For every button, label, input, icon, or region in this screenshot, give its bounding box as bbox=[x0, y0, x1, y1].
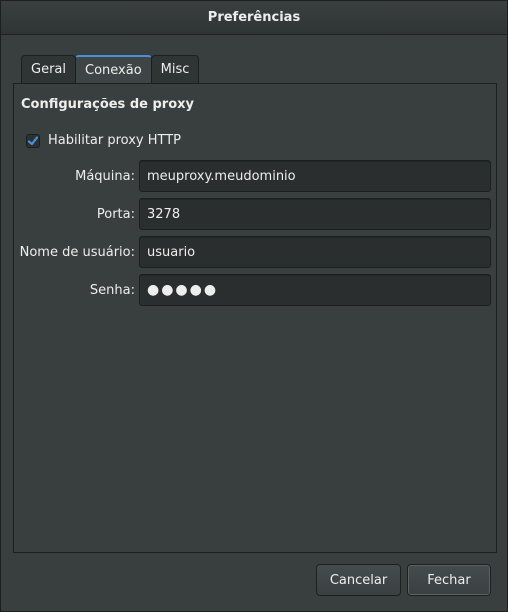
host-row: Máquina: meuproxy.meudominio bbox=[14, 160, 498, 192]
tab-label: Geral bbox=[31, 62, 66, 77]
close-label: Fechar bbox=[427, 572, 471, 588]
password-label: Senha: bbox=[89, 282, 135, 298]
close-button[interactable]: Fechar bbox=[407, 564, 491, 596]
cancel-label: Cancelar bbox=[329, 572, 388, 588]
connection-panel: Configurações de proxy Habilitar proxy H… bbox=[13, 83, 497, 553]
host-value: meuproxy.meudominio bbox=[147, 168, 296, 184]
titlebar[interactable]: Preferências bbox=[1, 1, 507, 35]
username-label: Nome de usuário: bbox=[19, 244, 135, 260]
tab-label: Misc bbox=[160, 62, 190, 77]
password-value: ●●●●● bbox=[147, 282, 219, 298]
section-title: Configurações de proxy bbox=[21, 97, 194, 112]
username-value: usuario bbox=[147, 244, 196, 260]
password-row: Senha: ●●●●● bbox=[14, 274, 498, 306]
window-title: Preferências bbox=[207, 10, 301, 25]
tab-label: Conexão bbox=[85, 63, 142, 78]
tab-conexao[interactable]: Conexão bbox=[75, 55, 152, 84]
host-label: Máquina: bbox=[75, 168, 135, 184]
password-input[interactable]: ●●●●● bbox=[139, 274, 491, 306]
username-row: Nome de usuário: usuario bbox=[14, 236, 498, 268]
enable-proxy-row[interactable]: Habilitar proxy HTTP bbox=[26, 133, 181, 148]
host-input[interactable]: meuproxy.meudominio bbox=[139, 160, 491, 192]
port-input[interactable]: 3278 bbox=[139, 198, 491, 230]
check-icon bbox=[27, 135, 39, 145]
port-row: Porta: 3278 bbox=[14, 198, 498, 230]
port-value: 3278 bbox=[147, 206, 181, 222]
cancel-button[interactable]: Cancelar bbox=[316, 564, 401, 596]
tab-geral[interactable]: Geral bbox=[21, 55, 76, 83]
tab-bar: Geral Conexão Misc bbox=[21, 55, 200, 84]
tab-misc[interactable]: Misc bbox=[150, 55, 200, 83]
enable-proxy-checkbox[interactable] bbox=[26, 133, 40, 148]
preferences-dialog: Preferências Geral Conexão Misc Configur… bbox=[0, 0, 508, 612]
username-input[interactable]: usuario bbox=[139, 236, 491, 268]
enable-proxy-label: Habilitar proxy HTTP bbox=[48, 133, 182, 148]
port-label: Porta: bbox=[96, 206, 135, 222]
